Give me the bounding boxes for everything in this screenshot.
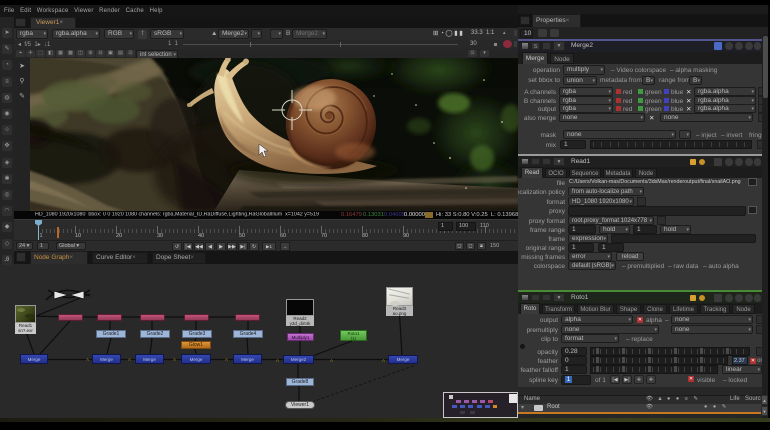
svg-text:A: A xyxy=(225,357,228,362)
svg-text:A: A xyxy=(382,358,385,363)
svg-text:A: A xyxy=(173,357,176,362)
svg-text:A: A xyxy=(86,357,89,362)
svg-text:A: A xyxy=(276,358,279,363)
svg-text:A: A xyxy=(128,357,131,362)
svg-text:A: A xyxy=(330,358,333,363)
